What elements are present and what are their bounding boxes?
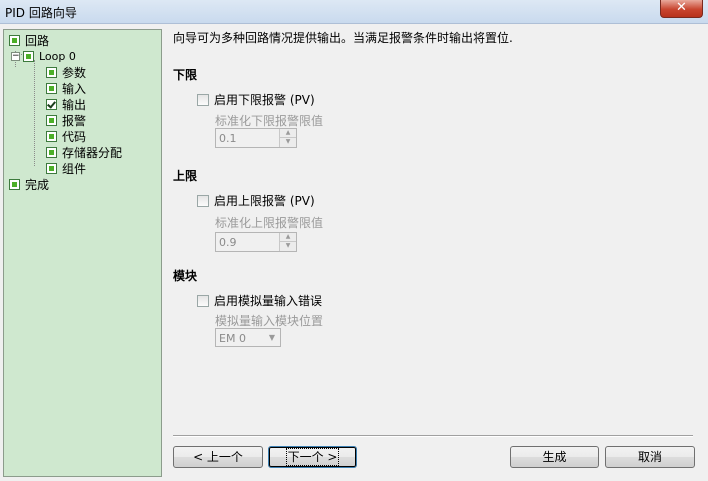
tree-item-label: 回路 xyxy=(25,33,50,48)
spin-up-icon[interactable]: ▲ xyxy=(280,233,296,242)
page-description: 向导可为多种回路情况提供输出。当满足报警条件时输出将置位. xyxy=(173,31,513,45)
low-limit-heading: 下限 xyxy=(173,68,198,82)
module-heading: 模块 xyxy=(173,269,198,283)
tree-item-params[interactable]: 参数 xyxy=(46,64,86,80)
next-button-label: 下一个 > xyxy=(285,448,340,466)
tree-item-label: 报警 xyxy=(62,113,87,128)
wizard-tree: 回路 − Loop 0 参数 输入 输出 报警 代码 存储器分配 组件 完成 xyxy=(3,29,162,477)
tree-item-component[interactable]: 组件 xyxy=(46,160,86,176)
high-alarm-checkbox[interactable]: 启用上限报警 (PV) xyxy=(197,192,315,209)
low-limit-spinner[interactable]: 0.1 ▲ ▼ xyxy=(215,128,297,148)
generate-button-label: 生成 xyxy=(542,450,567,464)
high-limit-spinner[interactable]: 0.9 ▲ ▼ xyxy=(215,232,297,252)
tree-item-root[interactable]: 回路 xyxy=(9,32,49,48)
tree-item-alarm[interactable]: 报警 xyxy=(46,112,86,128)
tree-item-code[interactable]: 代码 xyxy=(46,128,86,144)
tree-item-loop0[interactable]: − Loop 0 xyxy=(11,48,76,64)
cancel-button-label: 取消 xyxy=(637,450,662,464)
generate-button[interactable]: 生成 xyxy=(510,446,599,468)
spin-up-icon[interactable]: ▲ xyxy=(280,129,296,138)
spin-down-icon[interactable]: ▼ xyxy=(280,242,296,251)
green-square-icon xyxy=(46,146,57,158)
tree-item-label: Loop 0 xyxy=(39,49,76,63)
collapse-icon[interactable]: − xyxy=(11,51,20,61)
checkbox-box[interactable] xyxy=(197,194,209,207)
high-limit-label: 标准化上限报警限值 xyxy=(215,216,324,230)
low-limit-label: 标准化下限报警限值 xyxy=(215,114,324,128)
tree-item-label: 存储器分配 xyxy=(62,145,123,160)
module-error-checkbox[interactable]: 启用模拟量输入错误 xyxy=(197,292,322,309)
green-square-icon xyxy=(9,178,20,190)
chevron-down-icon[interactable]: ▼ xyxy=(264,329,280,346)
checkmark-icon xyxy=(46,98,57,110)
next-button[interactable]: 下一个 > xyxy=(268,446,357,468)
green-square-icon xyxy=(46,114,57,126)
checkbox-label: 启用下限报警 (PV) xyxy=(214,93,315,107)
high-limit-value: 0.9 xyxy=(219,236,237,249)
green-square-icon xyxy=(23,50,34,62)
tree-item-label: 输入 xyxy=(62,81,87,96)
prev-button[interactable]: < 上一个 xyxy=(173,446,263,468)
tree-item-label: 组件 xyxy=(62,161,87,176)
prev-button-label: < 上一个 xyxy=(193,450,243,464)
cancel-button[interactable]: 取消 xyxy=(605,446,695,468)
green-square-icon xyxy=(46,130,57,142)
tree-item-label: 参数 xyxy=(62,65,87,80)
tree-item-finish[interactable]: 完成 xyxy=(9,176,49,192)
close-icon: ✕ xyxy=(676,0,687,15)
green-square-icon xyxy=(9,34,20,46)
green-square-icon xyxy=(46,162,57,174)
module-position-value: EM 0 xyxy=(219,332,246,345)
spin-down-icon[interactable]: ▼ xyxy=(280,138,296,147)
checkbox-box[interactable] xyxy=(197,294,209,307)
checkbox-box[interactable] xyxy=(197,93,209,106)
green-square-icon xyxy=(46,82,57,94)
tree-guide-line xyxy=(34,60,35,166)
window-title: PID 回路向导 xyxy=(5,6,77,20)
checkbox-label: 启用上限报警 (PV) xyxy=(214,194,315,208)
high-limit-heading: 上限 xyxy=(173,169,198,183)
low-limit-value: 0.1 xyxy=(219,132,237,145)
close-button[interactable]: ✕ xyxy=(660,0,703,18)
tree-item-memory[interactable]: 存储器分配 xyxy=(46,144,122,160)
checkbox-label: 启用模拟量输入错误 xyxy=(214,294,323,308)
tree-item-label: 代码 xyxy=(62,129,87,144)
tree-item-label: 完成 xyxy=(25,177,50,192)
module-position-label: 模拟量输入模块位置 xyxy=(215,314,324,328)
separator xyxy=(173,435,693,437)
low-alarm-checkbox[interactable]: 启用下限报警 (PV) xyxy=(197,91,315,108)
module-position-select[interactable]: EM 0 ▼ xyxy=(215,328,281,347)
tree-item-output[interactable]: 输出 xyxy=(46,96,86,112)
tree-item-label: 输出 xyxy=(62,97,87,112)
tree-item-input[interactable]: 输入 xyxy=(46,80,86,96)
title-bar: PID 回路向导 ✕ xyxy=(0,0,708,24)
green-square-icon xyxy=(46,66,57,78)
